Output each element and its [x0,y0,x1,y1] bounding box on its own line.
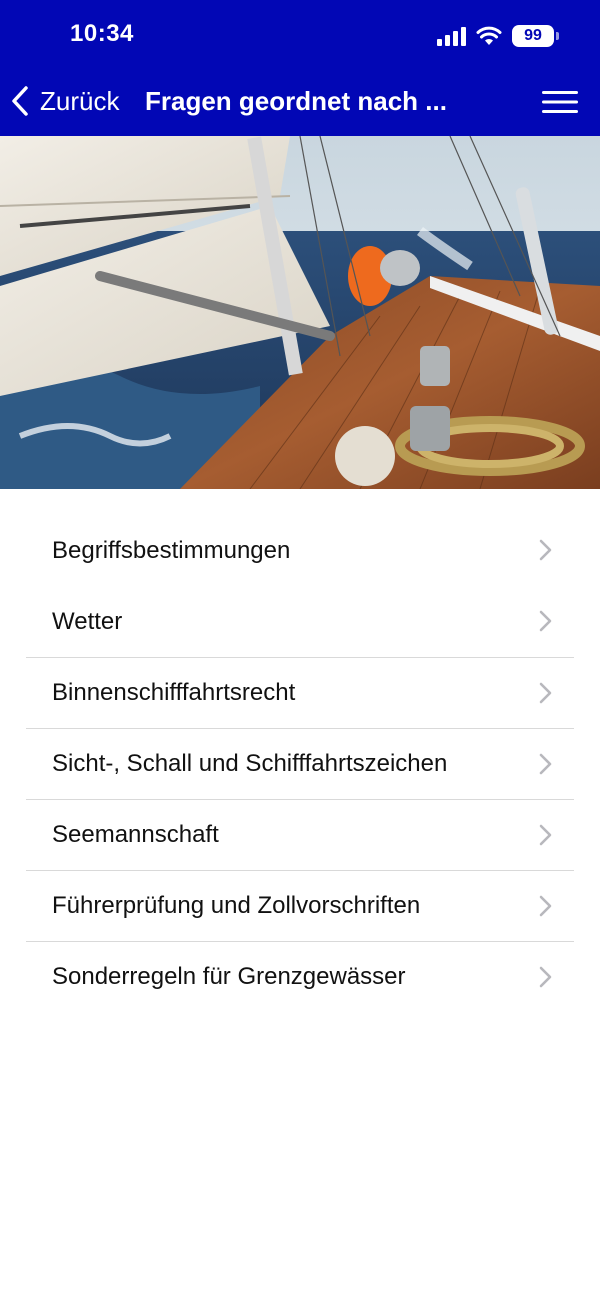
back-label: Zurück [40,85,120,116]
list-item-label: Sonderregeln für Grenzgewässer [52,963,406,990]
category-list: Begriffsbestimmungen Wetter Binnenschiff… [0,515,600,1012]
hamburger-menu-icon[interactable] [542,88,578,116]
list-item[interactable]: Sonderregeln für Grenzgewässer [26,941,574,1012]
list-item[interactable]: Führerprüfung und Zollvorschriften [26,870,574,941]
chevron-right-icon [539,895,552,917]
status-icons: 99 [437,22,559,50]
navigation-bar: Zurück Fragen geordnet nach ... [0,76,600,128]
list-item[interactable]: Wetter [26,586,574,657]
page-title: Fragen geordnet nach ... [145,86,447,116]
signal-icon [437,26,466,46]
list-item[interactable]: Sicht-, Schall und Schifffahrtszeichen [26,728,574,799]
list-item-label: Sicht-, Schall und Schifffahrtszeichen [52,750,448,777]
chevron-right-icon [539,966,552,988]
wifi-icon [476,26,502,45]
chevron-right-icon [539,610,552,632]
sailboat-hero-image [0,136,600,489]
app-header: 10:34 99 Zurück Fragen geordnet nach ... [0,0,600,136]
list-item-label: Führerprüfung und Zollvorschriften [52,892,421,919]
battery-level: 99 [524,27,542,44]
list-item-label: Binnenschifffahrtsrecht [52,679,296,706]
chevron-right-icon [539,753,552,775]
list-item-label: Begriffsbestimmungen [52,536,291,564]
list-item-label: Seemannschaft [52,821,219,848]
chevron-right-icon [539,539,552,561]
sailboat-illustration [0,136,600,489]
list-item[interactable]: Begriffsbestimmungen [26,515,574,586]
chevron-right-icon [539,824,552,846]
list-item[interactable]: Seemannschaft [26,799,574,870]
chevron-right-icon [539,682,552,704]
back-button[interactable]: Zurück [10,84,119,118]
chevron-left-icon [12,86,28,116]
list-item-label: Wetter [52,607,123,635]
status-time: 10:34 [70,20,134,47]
list-item[interactable]: Binnenschifffahrtsrecht [26,657,574,728]
battery-icon: 99 [512,25,559,47]
